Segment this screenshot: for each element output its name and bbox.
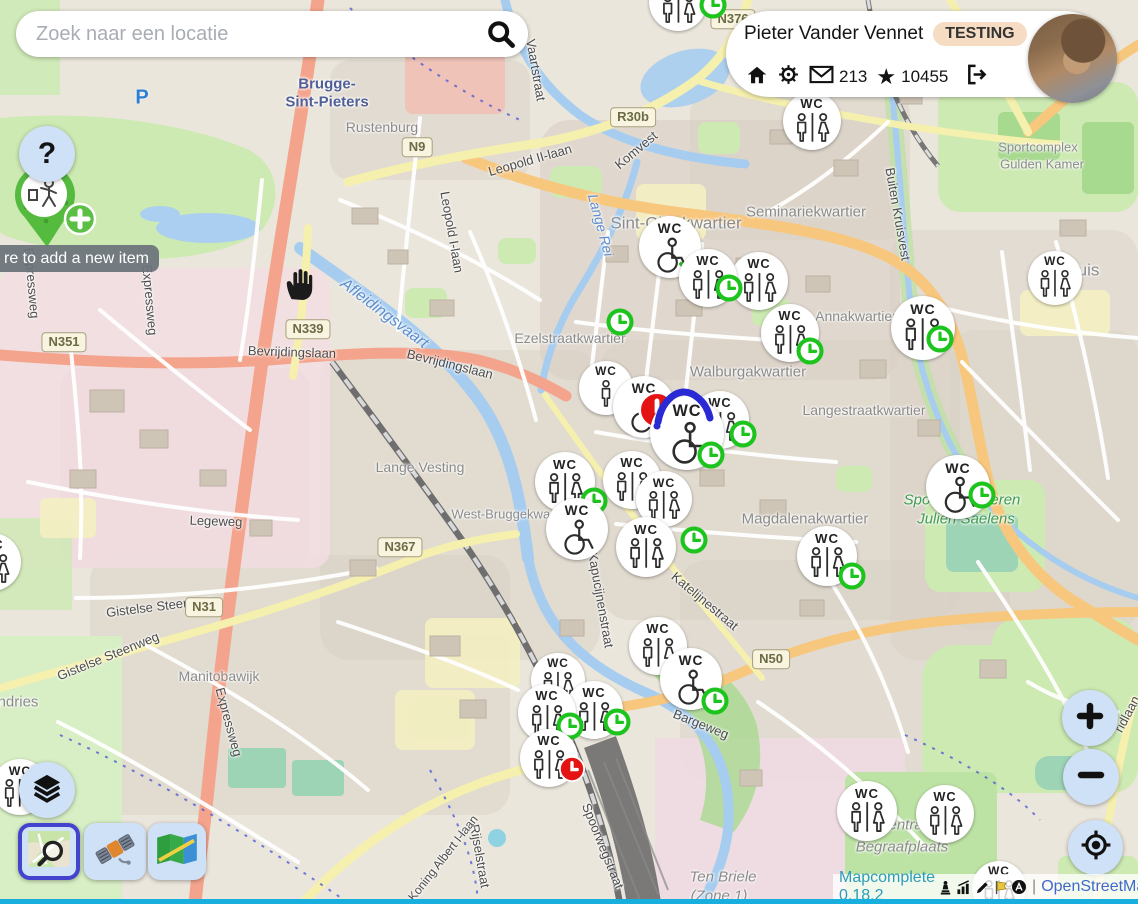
marker-wc-label: WC xyxy=(535,690,558,703)
layers-icon xyxy=(31,773,63,808)
satellite-icon xyxy=(94,828,136,875)
marker-wc-label: WC xyxy=(653,477,676,489)
marker-wc-label: WC xyxy=(910,302,935,316)
marker-wc-label: WC xyxy=(565,504,590,518)
help-button[interactable]: ? xyxy=(19,126,75,182)
opening-hours-badge-icon xyxy=(926,325,954,353)
map-marker-pair[interactable]: WC xyxy=(783,92,841,150)
folded-map-icon xyxy=(156,832,198,871)
male-female-icon xyxy=(791,111,834,143)
search-bar xyxy=(16,11,528,57)
marker-wc-label: WC xyxy=(646,623,669,636)
search-input[interactable] xyxy=(34,22,486,47)
basemap-map-button[interactable] xyxy=(148,823,206,880)
add-item-tooltip: re to add a new item xyxy=(0,245,159,272)
marker-wc-label: WC xyxy=(620,457,643,470)
star-icon: ★ xyxy=(876,66,896,88)
map-marker-pair[interactable]: WC xyxy=(616,517,676,577)
bottom-accent-bar xyxy=(0,899,1138,904)
male-female-icon xyxy=(624,536,668,570)
marker-wc-label: WC xyxy=(582,687,605,700)
opening-hours-badge-icon xyxy=(680,526,708,554)
marker-wc-label: WC xyxy=(537,735,560,748)
marker-wc-label: WC xyxy=(658,222,683,236)
marker-wc-label: WC xyxy=(855,787,879,800)
marker-wc-label: WC xyxy=(815,532,839,545)
zoom-in-button[interactable] xyxy=(1062,690,1118,746)
opening-hours-badge-icon xyxy=(606,308,634,336)
opening-hours-badge-icon xyxy=(968,481,996,509)
wheelchair-icon xyxy=(554,518,600,553)
male-female-icon xyxy=(643,489,684,520)
selected-element-arc xyxy=(652,388,716,435)
zoom-out-button[interactable] xyxy=(1063,749,1119,805)
hand-cursor-icon xyxy=(284,266,316,309)
crosshair-icon xyxy=(1080,829,1112,866)
user-name: Pieter Vander Vennet xyxy=(744,23,923,45)
map-markers-layer: WC WC WC WC WC WC WC WC WC WC WC WC WC WC WC WC WC WC WC WC… xyxy=(0,0,1138,904)
statistics-icon[interactable] xyxy=(956,880,972,895)
gear-icon[interactable] xyxy=(777,63,800,91)
marker-wc-label: WC xyxy=(747,258,770,271)
map-marker-pair[interactable]: WC xyxy=(916,785,974,843)
basemap-satellite-button[interactable] xyxy=(84,823,146,880)
opening-hours-badge-icon xyxy=(715,274,743,302)
statue-icon[interactable] xyxy=(938,880,953,895)
opening-hours-badge-icon xyxy=(701,687,729,715)
marker-wc-label: WC xyxy=(1044,256,1066,268)
marker-wc-label: WC xyxy=(547,658,569,670)
closed-clock-badge-icon xyxy=(558,755,586,783)
male-female-icon xyxy=(0,552,13,584)
marker-wc-label: WC xyxy=(0,539,4,552)
opening-hours-badge-icon xyxy=(697,441,725,469)
male-female-icon xyxy=(924,804,967,836)
marker-wc-label: WC xyxy=(800,98,823,111)
marker-wc-label: WC xyxy=(634,523,658,536)
layers-button[interactable] xyxy=(19,762,75,818)
opening-hours-badge-icon xyxy=(699,0,727,19)
marker-wc-label: WC xyxy=(945,461,970,475)
marker-wc-label: WC xyxy=(553,458,577,471)
map-marker-wheelchair[interactable]: WC xyxy=(546,498,608,560)
male-female-icon xyxy=(738,271,781,303)
marker-wc-label: WC xyxy=(696,255,719,268)
logout-icon[interactable] xyxy=(965,63,988,91)
attribution-bar: Mapcomplete 0.18.2 | OpenStreetMap xyxy=(833,874,1138,900)
mail-icon[interactable] xyxy=(809,65,834,89)
male-female-icon xyxy=(845,800,889,834)
opening-hours-badge-icon xyxy=(729,420,757,448)
marker-wc-label: WC xyxy=(679,654,704,668)
search-icon[interactable] xyxy=(486,19,516,49)
edit-pencil-icon[interactable] xyxy=(975,880,990,895)
marker-wc-label: WC xyxy=(595,366,617,378)
changesets-count: 10455 xyxy=(901,67,948,87)
minus-icon xyxy=(1076,760,1106,795)
map-marker-pair[interactable]: WC xyxy=(0,533,21,591)
basemap-osm-button[interactable] xyxy=(18,823,80,880)
male-female-icon xyxy=(1035,268,1075,298)
map-marker-pair[interactable]: WC xyxy=(837,781,897,841)
home-icon[interactable] xyxy=(746,64,768,91)
opening-hours-badge-icon xyxy=(603,708,631,736)
license-icon[interactable] xyxy=(1011,879,1027,895)
mapcomplete-app: RustenburgBrugge-Sint-PietersSint-Gillis… xyxy=(0,0,1138,904)
theme-flag-icon[interactable] xyxy=(993,880,1008,895)
openstreetmap-link[interactable]: OpenStreetMap xyxy=(1041,878,1138,896)
male-female-icon xyxy=(657,0,700,24)
opening-hours-badge-icon xyxy=(838,562,866,590)
marker-wc-label: WC xyxy=(778,310,801,323)
avatar[interactable] xyxy=(1028,14,1117,103)
osm-map-icon xyxy=(27,830,71,873)
opening-hours-badge-icon xyxy=(796,337,824,365)
plus-icon xyxy=(1075,701,1105,736)
testing-badge: TESTING xyxy=(933,22,1026,46)
attribution-separator: | xyxy=(1032,878,1036,896)
messages-count: 213 xyxy=(839,67,867,87)
marker-wc-label: WC xyxy=(933,791,956,804)
map-marker-pair[interactable]: WC xyxy=(1028,251,1082,305)
geolocate-button[interactable] xyxy=(1068,820,1123,875)
